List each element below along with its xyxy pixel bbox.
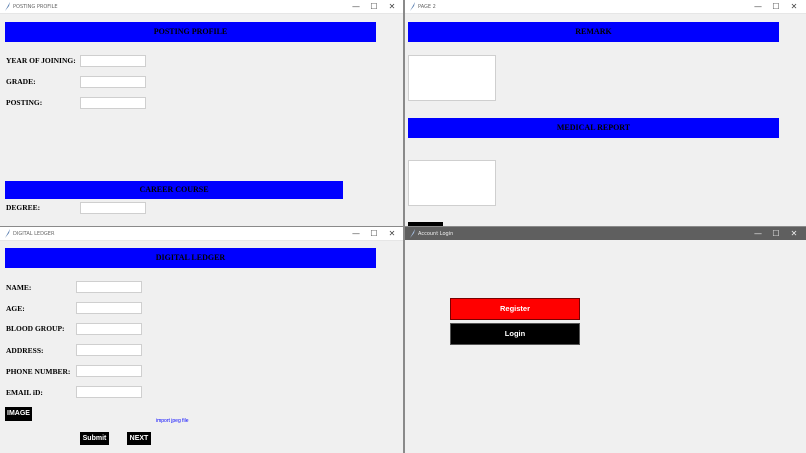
account-login-window: Account Login — ☐ ✕ Register Login <box>405 227 806 453</box>
maximize-icon[interactable]: ☐ <box>365 1 383 12</box>
phone-number-label: PHONE NUMBER: <box>6 367 71 376</box>
digital-ledger-titlebar[interactable]: DIGITAL LEDGER — ☐ ✕ <box>0 227 403 241</box>
age-input[interactable] <box>76 302 142 314</box>
register-button[interactable]: Register <box>450 298 580 320</box>
degree-input[interactable] <box>80 202 146 214</box>
window-title: Account Login <box>418 231 454 237</box>
medical-report-banner: MEDICAL REPORT <box>408 118 779 138</box>
email-input[interactable] <box>76 386 142 398</box>
posting-label: POSTING: <box>6 98 43 107</box>
minimize-icon[interactable]: — <box>347 1 365 12</box>
tk-feather-icon <box>410 229 415 238</box>
login-button[interactable]: Login <box>450 323 580 345</box>
close-icon[interactable]: ✕ <box>383 1 401 12</box>
minimize-icon[interactable]: — <box>749 228 767 239</box>
tk-feather-icon <box>5 229 10 238</box>
posting-profile-titlebar[interactable]: POSTING PROFILE — ☐ ✕ <box>0 0 403 14</box>
blood-group-label: BLOOD GROUP: <box>6 324 65 333</box>
degree-label: DEGREE: <box>6 203 41 212</box>
email-label: EMAIL iD: <box>6 388 43 397</box>
digital-ledger-window: DIGITAL LEDGER — ☐ ✕ DIGITAL LEDGER NAME… <box>0 227 403 453</box>
window-title: POSTING PROFILE <box>13 4 58 10</box>
phone-number-input[interactable] <box>76 365 142 377</box>
remark-textbox[interactable] <box>408 55 496 101</box>
address-label: ADDRESS: <box>6 346 44 355</box>
window-title: DIGITAL LEDGER <box>13 231 55 237</box>
tk-feather-icon <box>410 2 415 11</box>
window-title: PAGE 2 <box>418 4 436 10</box>
horizontal-divider <box>0 226 806 227</box>
close-icon[interactable]: ✕ <box>785 228 803 239</box>
medical-report-textbox[interactable] <box>408 160 496 206</box>
name-label: NAME: <box>6 283 32 292</box>
image-button[interactable]: IMAGE <box>5 407 32 421</box>
close-icon[interactable]: ✕ <box>785 1 803 12</box>
tk-feather-icon <box>5 2 10 11</box>
age-label: AGE: <box>6 304 25 313</box>
year-of-joining-input[interactable] <box>80 55 146 67</box>
year-of-joining-label: YEAR OF JOINING: <box>6 56 76 65</box>
maximize-icon[interactable]: ☐ <box>365 228 383 239</box>
name-input[interactable] <box>76 281 142 293</box>
career-course-banner: CAREER COURSE <box>5 181 343 199</box>
maximize-icon[interactable]: ☐ <box>767 1 785 12</box>
submit-button[interactable]: Submit <box>80 432 109 445</box>
digital-ledger-banner: DIGITAL LEDGER <box>5 248 376 268</box>
maximize-icon[interactable]: ☐ <box>767 228 785 239</box>
posting-profile-banner: POSTING PROFILE <box>5 22 376 42</box>
remark-banner: REMARK <box>408 22 779 42</box>
minimize-icon[interactable]: — <box>749 1 767 12</box>
grade-input[interactable] <box>80 76 146 88</box>
posting-input[interactable] <box>80 97 146 109</box>
close-icon[interactable]: ✕ <box>383 228 401 239</box>
grade-label: GRADE: <box>6 77 36 86</box>
page2-titlebar[interactable]: PAGE 2 — ☐ ✕ <box>405 0 806 14</box>
next-button[interactable]: NEXT <box>127 432 151 445</box>
page2-window: PAGE 2 — ☐ ✕ REMARK MEDICAL REPORT <box>405 0 806 226</box>
account-login-titlebar[interactable]: Account Login — ☐ ✕ <box>405 227 806 240</box>
import-jpeg-note: import jpeg file <box>156 418 189 424</box>
address-input[interactable] <box>76 344 142 356</box>
posting-profile-window: POSTING PROFILE — ☐ ✕ POSTING PROFILE YE… <box>0 0 403 226</box>
blood-group-input[interactable] <box>76 323 142 335</box>
minimize-icon[interactable]: — <box>347 228 365 239</box>
